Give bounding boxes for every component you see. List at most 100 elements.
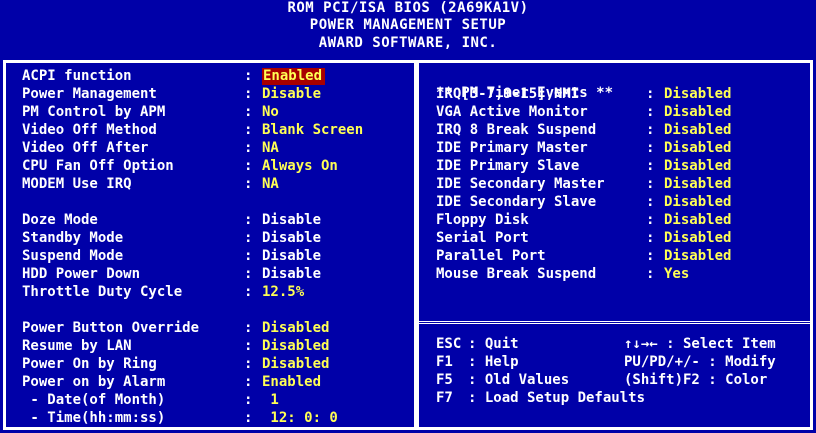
pm-event-row-ide-secondary-slave[interactable]: IDE Secondary Slave: Disabled [436,194,808,211]
setting-value[interactable]: 12.5% [262,284,304,301]
setting-label: Power On by Ring [22,356,157,372]
setting-value[interactable]: Always On [262,158,338,175]
pm-event-separator: : [646,248,655,264]
pm-event-value[interactable]: Disabled [664,212,731,229]
pm-event-label: IDE Secondary Slave [436,194,597,210]
setting-label: Video Off Method [22,122,157,138]
setting-value[interactable]: Disable [262,230,321,247]
setting-value[interactable]: NA [262,176,279,193]
setting-separator: : [244,266,253,282]
setting-row-standby-mode[interactable]: Standby Mode: Disable [22,230,412,247]
setting-value[interactable]: Enabled [262,374,321,391]
setting-value[interactable]: Disable [262,266,321,283]
pm-event-value[interactable]: Disabled [664,176,731,193]
pm-event-row-irq-8-break-suspend[interactable]: IRQ 8 Break Suspend: Disabled [436,122,808,139]
pm-event-row-serial-port[interactable]: Serial Port: Disabled [436,230,808,247]
setting-row-power-management[interactable]: Power Management: Disable [22,86,412,103]
pm-event-separator: : [646,86,655,102]
setting-separator: : [244,338,253,354]
setting-value[interactable]: 12: 0: 0 [262,410,337,427]
setting-value[interactable]: Disabled [262,338,329,355]
pm-event-label: IRQ 8 Break Suspend [436,122,597,138]
setting-value[interactable]: Disable [262,248,321,265]
pm-event-label: Mouse Break Suspend [436,266,597,282]
setting-separator: : [244,68,253,84]
setting-separator: : [244,374,253,390]
key-hint: (Shift)F2 : Color [624,372,768,388]
setting-value[interactable]: Blank Screen [262,122,363,139]
pm-event-separator: : [646,230,655,246]
setting-row-pm-control-by-apm[interactable]: PM Control by APM: No [22,104,412,121]
setting-separator: : [244,230,253,246]
setting-row-time-hh-mm-ss[interactable]: - Time(hh:mm:ss): 12: 0: 0 [22,410,412,427]
pm-event-value[interactable]: Disabled [664,248,731,265]
setting-value[interactable]: Disable [262,86,321,103]
setting-value[interactable]: Disabled [262,356,329,373]
pm-event-row-ide-primary-master[interactable]: IDE Primary Master: Disabled [436,140,808,157]
setting-separator: : [244,122,253,138]
setting-row-cpu-fan-off-option[interactable]: CPU Fan Off Option: Always On [22,158,412,175]
pm-event-separator: : [646,140,655,156]
setting-label: PM Control by APM [22,104,166,120]
setting-separator: : [244,392,253,408]
setting-row-suspend-mode[interactable]: Suspend Mode: Disable [22,248,412,265]
setting-row-power-on-by-alarm[interactable]: Power on by Alarm: Enabled [22,374,412,391]
key-help-row-f1: F1: Help PU/PD/+/- : Modify [436,354,808,371]
setting-value[interactable]: NA [262,140,279,157]
pm-event-value[interactable]: Disabled [664,104,731,121]
pm-event-value[interactable]: Disabled [664,122,731,139]
pm-event-value[interactable]: Disabled [664,86,731,103]
setting-value[interactable]: 1 [262,392,278,409]
pm-event-label: Floppy Disk [436,212,529,228]
pm-event-row-floppy-disk[interactable]: Floppy Disk: Disabled [436,212,808,229]
setting-separator: : [244,320,253,336]
setting-separator: : [244,104,253,120]
pm-event-label: IDE Primary Slave [436,158,580,174]
setting-separator: : [244,158,253,174]
setting-row-video-off-method[interactable]: Video Off Method: Blank Screen [22,122,412,139]
pm-event-value[interactable]: Disabled [664,158,731,175]
setting-row-date-of-month[interactable]: - Date(of Month): 1 [22,392,412,409]
setting-label: MODEM Use IRQ [22,176,132,192]
setting-row-modem-use-irq[interactable]: MODEM Use IRQ: NA [22,176,412,193]
setting-value[interactable]: Disabled [262,320,329,337]
setting-label: Throttle Duty Cycle [22,284,183,300]
pm-event-value[interactable]: Yes [664,266,689,283]
setting-value[interactable]: No [262,104,279,121]
pm-event-separator: : [646,212,655,228]
key-action: : Quit [468,336,519,352]
setting-row-video-off-after[interactable]: Video Off After: NA [22,140,412,157]
setting-row-power-button-override[interactable]: Power Button Override Disabled: [22,320,412,337]
setting-value[interactable]: Disable [262,212,321,229]
pm-event-separator: : [646,266,655,282]
pm-event-row-parallel-port[interactable]: Parallel Port: Disabled [436,248,808,265]
pm-event-value[interactable]: Disabled [664,140,731,157]
pm-event-row-vga-active-monitor[interactable]: VGA Active Monitor: Disabled [436,104,808,121]
setting-row-acpi-function[interactable]: ACPI function: Enabled [22,68,412,85]
pm-event-label: Serial Port [436,230,529,246]
setting-label: Power Button Override [22,320,200,336]
setting-row-doze-mode[interactable]: Doze Mode: Disable [22,212,412,229]
vendor-title: AWARD SOFTWARE, INC. [318,35,498,51]
setting-separator: : [244,86,253,102]
pm-event-row-ide-primary-slave[interactable]: IDE Primary Slave: Disabled [436,158,808,175]
pm-event-row-mouse-break-suspend[interactable]: Mouse Break Suspend: Yes [436,266,808,283]
page-title: POWER MANAGEMENT SETUP [309,17,507,33]
pm-event-row-ide-secondary-master[interactable]: IDE Secondary Master: Disabled [436,176,808,193]
setting-value[interactable]: Enabled [262,68,326,85]
setting-row-hdd-power-down[interactable]: HDD Power Down: Disable [22,266,412,283]
pm-timer-events-heading: ** PM Timer Events ** [436,68,808,101]
setting-row-throttle-duty-cycle[interactable]: Throttle Duty Cycle:12.5% [22,284,412,301]
pm-event-value[interactable]: Disabled [664,194,731,211]
setting-row-resume-by-lan[interactable]: Resume by LAN: Disabled [22,338,412,355]
setting-row-power-on-by-ring[interactable]: Power On by Ring: Disabled [22,356,412,373]
pm-event-separator: : [646,122,655,138]
setting-separator: : [244,356,253,372]
key-name: F1 [436,354,453,370]
pm-event-value[interactable]: Disabled [664,230,731,247]
pm-event-row-irq-3-7-9-15-nmi[interactable]: IRQ[3-7,9-15],NMI: Disabled [436,86,808,103]
setting-label: Resume by LAN [22,338,132,354]
setting-label: - Date(of Month) [22,392,166,408]
setting-label: CPU Fan Off Option [22,158,174,174]
setting-label: Power on by Alarm [22,374,166,390]
